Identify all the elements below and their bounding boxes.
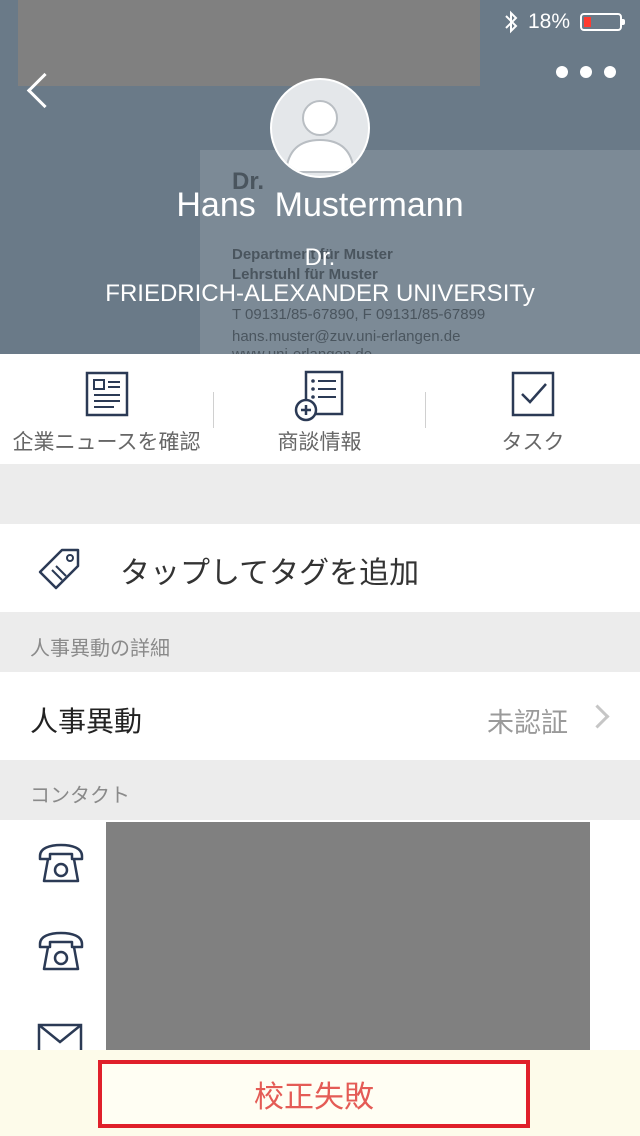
personnel-change-status: 未認証 — [487, 708, 568, 739]
redacted-status-area — [18, 0, 480, 86]
phone-icon[interactable] — [36, 842, 86, 884]
section-spacer — [0, 464, 640, 524]
redacted-contact-details — [106, 822, 590, 1062]
contact-title: Dr. — [304, 244, 336, 271]
contact-organization: FRIEDRICH-ALEXANDER UNIVERSITy — [105, 280, 535, 307]
person-silhouette-icon — [284, 100, 356, 173]
task-check-icon — [511, 371, 555, 417]
tag-icon — [38, 548, 80, 590]
card-text-line: www.uni-erlangen.de — [232, 346, 372, 354]
section-title: 人事異動の詳細 — [30, 636, 170, 660]
action-label: 企業ニュースを確認 — [12, 430, 201, 454]
action-label: 商談情報 — [277, 430, 362, 454]
status-bar-right: 18% — [504, 8, 625, 36]
battery-percent: 18% — [527, 10, 570, 33]
contact-name: Hans Mustermann — [176, 186, 464, 224]
company-news-button[interactable]: 企業ニュースを確認 — [0, 354, 213, 464]
battery-icon — [580, 13, 625, 31]
action-label: タスク — [501, 430, 565, 454]
action-bar: 企業ニュースを確認 商談情報 タスク — [0, 354, 640, 464]
correction-failed-button[interactable]: 校正失敗 — [98, 1060, 530, 1128]
add-tag-label: タップしてタグを追加 — [120, 556, 420, 591]
personnel-change-label: 人事異動 — [30, 705, 143, 738]
deal-list-icon — [294, 370, 343, 422]
more-options-icon[interactable] — [556, 66, 616, 78]
card-text-line: hans.muster@zuv.uni-erlangen.de — [232, 328, 461, 345]
section-title: コンタクト — [30, 783, 130, 807]
deal-info-button[interactable]: 商談情報 — [213, 354, 426, 464]
divider — [213, 392, 214, 428]
task-button[interactable]: タスク — [426, 354, 640, 464]
card-text-line: T 09131/85-67890, F 09131/85-67899 — [232, 306, 486, 323]
news-icon — [85, 371, 128, 417]
bluetooth-icon — [505, 10, 518, 34]
phone-icon[interactable] — [36, 930, 86, 972]
avatar[interactable] — [270, 78, 370, 178]
